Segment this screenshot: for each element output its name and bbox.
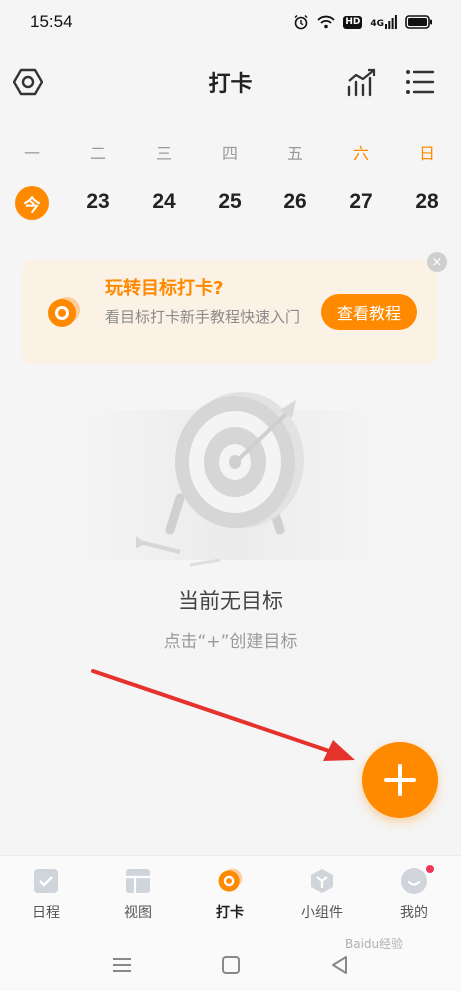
date-cell[interactable]: 25 — [208, 190, 252, 214]
home-icon[interactable] — [221, 955, 241, 975]
chart-trend-icon — [347, 68, 376, 97]
schedule-icon — [31, 866, 61, 896]
tab-checkin[interactable]: 打卡 — [195, 866, 265, 922]
tab-label: 我的 — [400, 905, 428, 921]
tab-schedule[interactable]: 日程 — [11, 866, 81, 922]
weekday-wed: 三 — [155, 144, 172, 163]
banner-title: 玩转目标打卡? — [105, 278, 224, 299]
status-time: 15:54 — [30, 12, 73, 31]
target-logo-icon — [44, 293, 84, 337]
alarm-icon — [294, 15, 308, 30]
date-cell[interactable]: 26 — [273, 190, 317, 214]
watermark: Baidu经验 — [345, 937, 404, 951]
date-today[interactable]: 今 — [15, 186, 49, 220]
battery-icon — [405, 15, 432, 29]
banner-close-button[interactable]: × — [427, 252, 447, 272]
checkin-icon — [215, 866, 245, 896]
statistics-button[interactable] — [344, 64, 380, 100]
hd-badge: HD — [343, 15, 363, 29]
status-icons: HD 4G — [293, 12, 433, 32]
wifi-icon — [317, 15, 335, 29]
view-icon — [123, 866, 153, 896]
target-illustration — [80, 392, 380, 567]
profile-icon — [399, 865, 434, 896]
annotation-arrow — [91, 669, 355, 761]
weekday-fri: 五 — [286, 144, 303, 163]
tab-label: 视图 — [124, 905, 152, 921]
date-cell[interactable]: 24 — [142, 190, 186, 214]
add-goal-button[interactable] — [362, 742, 438, 818]
view-tutorial-button[interactable]: 查看教程 — [321, 294, 417, 330]
tab-widgets[interactable]: 小组件 — [287, 866, 357, 922]
network-type: 4G — [370, 19, 384, 29]
weekday-thu: 四 — [221, 144, 238, 163]
tab-label: 打卡 — [216, 905, 244, 921]
empty-state-hint: 点击“+”创建目标 — [163, 632, 298, 652]
recent-apps-icon[interactable] — [111, 955, 133, 975]
plus-icon — [384, 764, 416, 796]
date-cell[interactable]: 23 — [76, 190, 120, 214]
tab-view[interactable]: 视图 — [103, 866, 173, 922]
tab-label: 小组件 — [301, 905, 343, 921]
weekday-mon: 一 — [23, 144, 40, 163]
widget-icon — [307, 866, 337, 896]
back-icon[interactable] — [330, 955, 350, 975]
banner-description: 看目标打卡新手教程快速入门 — [105, 308, 301, 326]
page-title: 打卡 — [208, 72, 253, 97]
notification-dot — [426, 865, 434, 873]
tab-label: 日程 — [32, 905, 60, 921]
list-menu-icon — [406, 70, 435, 94]
signal-icon: 4G — [370, 15, 397, 29]
empty-state-title: 当前无目标 — [178, 589, 283, 613]
date-cell[interactable]: 27 — [339, 190, 383, 214]
weekday-tue: 二 — [89, 144, 106, 163]
weekday-sat: 六 — [352, 144, 369, 163]
date-cell[interactable]: 28 — [405, 190, 449, 214]
tab-profile[interactable]: 我的 — [379, 865, 449, 922]
menu-button[interactable] — [402, 64, 438, 100]
weekday-sun: 日 — [418, 144, 435, 163]
